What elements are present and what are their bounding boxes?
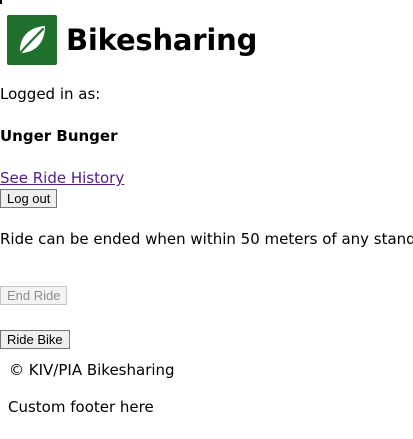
logged-in-label: Logged in as: <box>0 85 101 103</box>
page: Bikesharing Logged in as: Unger Bunger S… <box>0 0 413 439</box>
brand-title: Bikesharing <box>66 22 258 57</box>
user-name: Unger Bunger <box>0 127 118 145</box>
cursor-mark <box>0 0 2 4</box>
leaf-icon <box>7 15 57 65</box>
logout-button[interactable]: Log out <box>0 189 58 208</box>
ride-info-message: Ride can be ended when within 50 meters … <box>0 230 413 248</box>
footer-custom: Custom footer here <box>8 398 154 416</box>
ride-bike-button[interactable]: Ride Bike <box>0 330 70 349</box>
header: Bikesharing <box>7 14 257 66</box>
end-ride-button[interactable]: End Ride <box>0 286 68 305</box>
footer-copyright: © KIV/PIA Bikesharing <box>9 361 175 379</box>
ride-history-link[interactable]: See Ride History <box>0 169 124 187</box>
